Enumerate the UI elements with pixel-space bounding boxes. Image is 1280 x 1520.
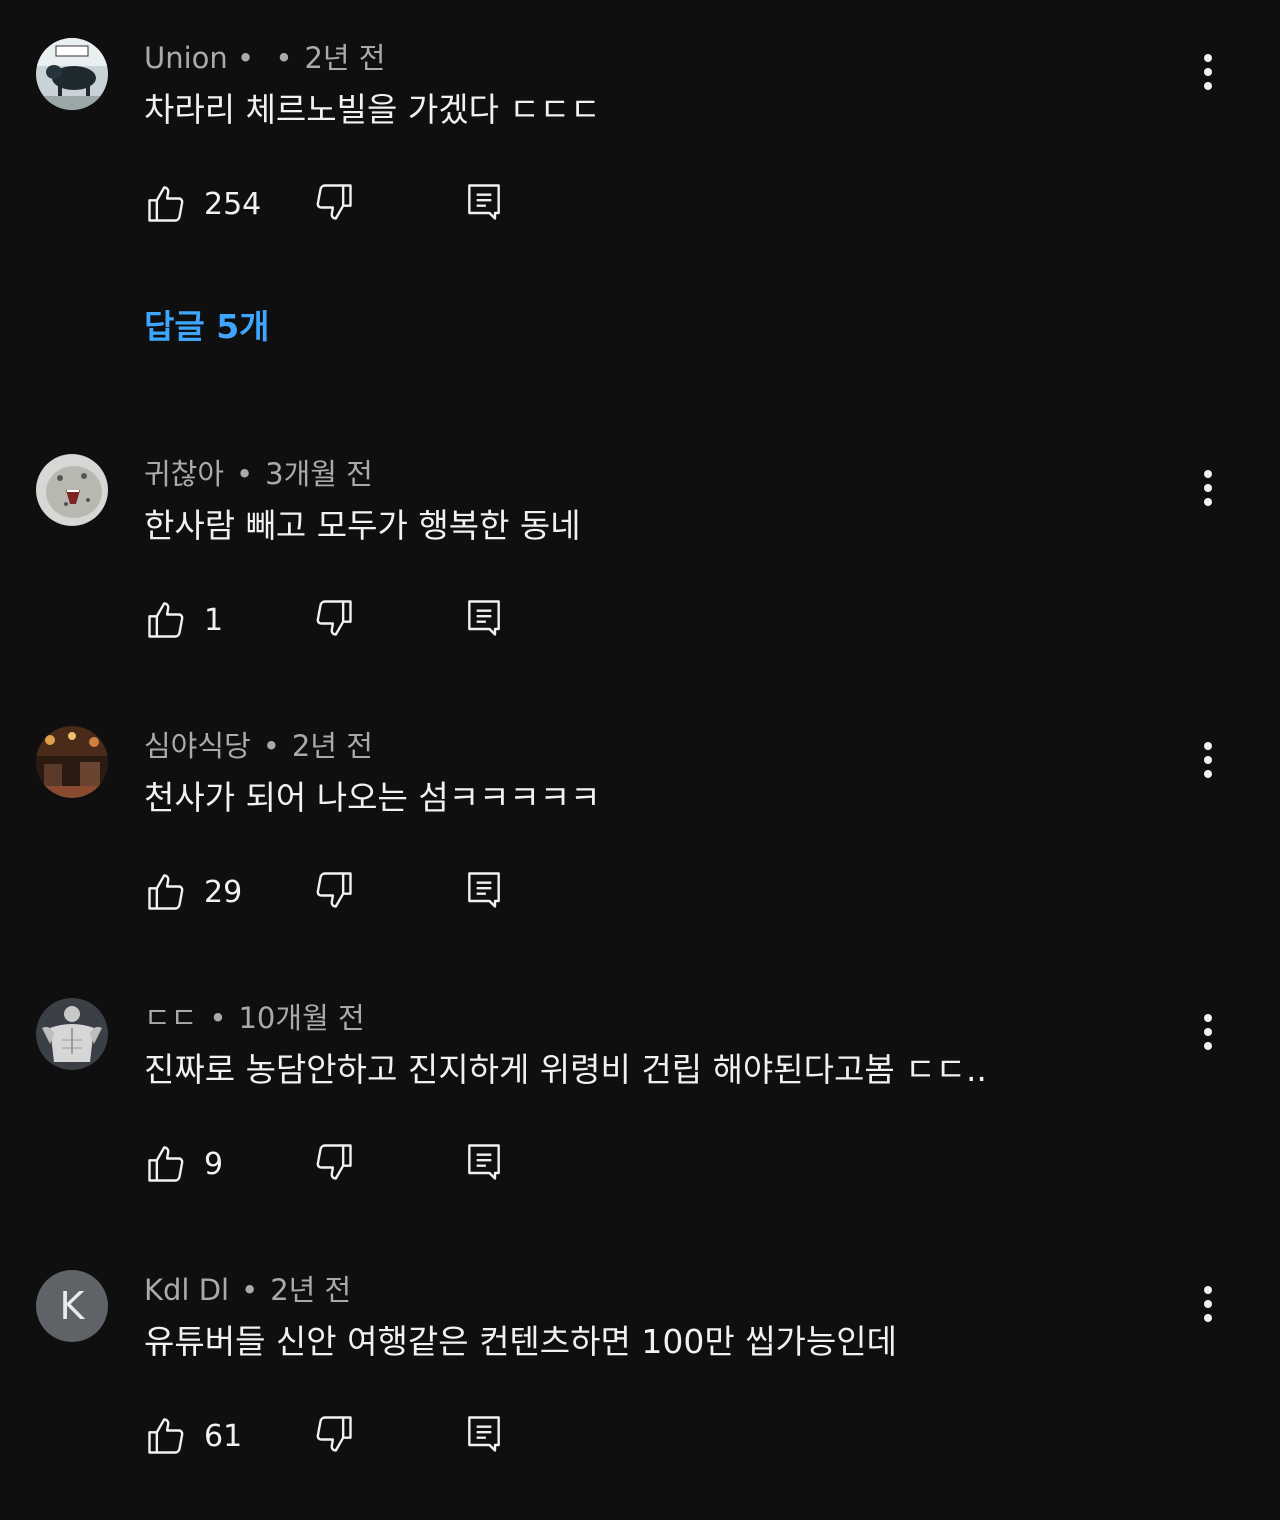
comment-thread: Union • • 2년 전 차라리 체르노빌을 가겠다 ㄷㄷㄷ 254 답글 5… (0, 38, 1280, 346)
comment-time[interactable]: 2년 전 (292, 729, 373, 763)
like-button[interactable]: 254 (144, 178, 261, 230)
thumbs-up-icon (148, 186, 184, 222)
comment-text: 천사가 되어 나오는 섬ㅋㅋㅋㅋㅋ (144, 778, 601, 817)
thumbs-down-icon (316, 1144, 352, 1180)
thumbs-up-icon (148, 602, 184, 638)
thumbs-up-icon (148, 1146, 184, 1182)
reply-button[interactable] (462, 1140, 506, 1188)
like-count: 29 (204, 874, 243, 910)
comment-thread: ㄷㄷ • 10개월 전 진짜로 농담안하고 진지하게 위령비 건립 해야된다고봄 ㄷ… (0, 998, 1280, 1248)
comment-actions: 9 (144, 1138, 544, 1190)
avatar-letter: K (59, 1284, 85, 1328)
author-name[interactable]: ㄷㄷ (144, 1001, 197, 1035)
like-count: 1 (204, 602, 224, 638)
more-options-icon[interactable] (1188, 52, 1228, 92)
meta-separator: • (262, 729, 280, 763)
author-name[interactable]: Union • (144, 41, 263, 75)
comment-thread: 심야식당 • 2년 전 천사가 되어 나오는 섬ㅋㅋㅋㅋㅋ 29 (0, 726, 1280, 976)
like-button[interactable]: 9 (144, 1138, 223, 1190)
comment-reply-icon (468, 600, 500, 636)
comment-text: 진짜로 농담안하고 진지하게 위령비 건립 해야된다고봄 ㄷㄷ.. (144, 1050, 987, 1089)
comment-reply-icon (468, 184, 500, 220)
author-name[interactable]: Kdl Dl (144, 1273, 229, 1307)
comment-text: 차라리 체르노빌을 가겠다 ㄷㄷㄷ (144, 90, 601, 129)
meta-separator: • (241, 1273, 259, 1307)
comment-actions: 254 (144, 178, 544, 230)
avatar[interactable] (36, 998, 108, 1070)
thumbs-down-icon (316, 1416, 352, 1452)
comment-thread: 귀찮아 • 3개월 전 한사람 빼고 모두가 행복한 동네 1 (0, 454, 1280, 704)
reply-button[interactable] (462, 180, 506, 228)
comment-meta: ㄷㄷ • 10개월 전 (144, 998, 365, 1038)
comment-reply-icon (468, 1416, 500, 1452)
comment-text: 유튜버들 신안 여행같은 컨텐츠하면 100만 씹가능인데 (144, 1322, 897, 1361)
reply-button[interactable] (462, 1412, 506, 1460)
avatar[interactable] (36, 38, 108, 110)
comment-time[interactable]: 2년 전 (304, 41, 385, 75)
reply-button[interactable] (462, 596, 506, 644)
comment-text: 한사람 빼고 모두가 행복한 동네 (144, 506, 581, 545)
meta-separator: • (275, 41, 293, 75)
view-replies-link[interactable]: 답글 5개 (144, 300, 270, 348)
avatar[interactable] (36, 726, 108, 798)
more-options-icon[interactable] (1188, 1012, 1228, 1052)
comment-actions: 61 (144, 1410, 544, 1462)
comment-reply-icon (468, 872, 500, 908)
comment-meta: Union • • 2년 전 (144, 38, 385, 78)
meta-separator: • (209, 1001, 227, 1035)
comment-meta: Kdl Dl • 2년 전 (144, 1270, 351, 1310)
like-button[interactable]: 61 (144, 1410, 242, 1462)
like-count: 61 (204, 1418, 243, 1454)
author-name[interactable]: 심야식당 (144, 729, 251, 763)
comment-reply-icon (468, 1144, 500, 1180)
thumbs-down-icon (316, 872, 352, 908)
comment-meta: 귀찮아 • 3개월 전 (144, 454, 373, 494)
dislike-button[interactable] (312, 596, 356, 644)
avatar[interactable] (36, 454, 108, 526)
like-button[interactable]: 1 (144, 594, 223, 646)
comment-time[interactable]: 2년 전 (270, 1273, 351, 1307)
comment-actions: 29 (144, 866, 544, 918)
dog-photo-avatar-icon (36, 38, 108, 110)
like-count: 254 (204, 186, 262, 222)
dislike-button[interactable] (312, 1140, 356, 1188)
comment-actions: 1 (144, 594, 544, 646)
dislike-button[interactable] (312, 1412, 356, 1460)
thumbs-down-icon (316, 600, 352, 636)
thumbs-up-icon (148, 1418, 184, 1454)
meta-separator: • (236, 457, 254, 491)
more-options-icon[interactable] (1188, 468, 1228, 508)
author-name[interactable]: 귀찮아 (144, 457, 224, 491)
comment-meta: 심야식당 • 2년 전 (144, 726, 373, 766)
reply-button[interactable] (462, 868, 506, 916)
bodybuilder-photo-avatar-icon (36, 998, 108, 1070)
more-options-icon[interactable] (1188, 740, 1228, 780)
restaurant-photo-avatar-icon (36, 726, 108, 798)
dislike-button[interactable] (312, 180, 356, 228)
thumbs-down-icon (316, 184, 352, 220)
comment-thread: K Kdl Dl • 2년 전 유튜버들 신안 여행같은 컨텐츠하면 100만 씹가… (0, 1270, 1280, 1520)
dislike-button[interactable] (312, 868, 356, 916)
more-options-icon[interactable] (1188, 1284, 1228, 1324)
thumbs-up-icon (148, 874, 184, 910)
like-button[interactable]: 29 (144, 866, 242, 918)
comment-time[interactable]: 3개월 전 (265, 457, 373, 491)
avatar[interactable]: K (36, 1270, 108, 1342)
like-count: 9 (204, 1146, 224, 1182)
snow-leopard-photo-avatar-icon (36, 454, 108, 526)
comment-time[interactable]: 10개월 전 (238, 1001, 364, 1035)
